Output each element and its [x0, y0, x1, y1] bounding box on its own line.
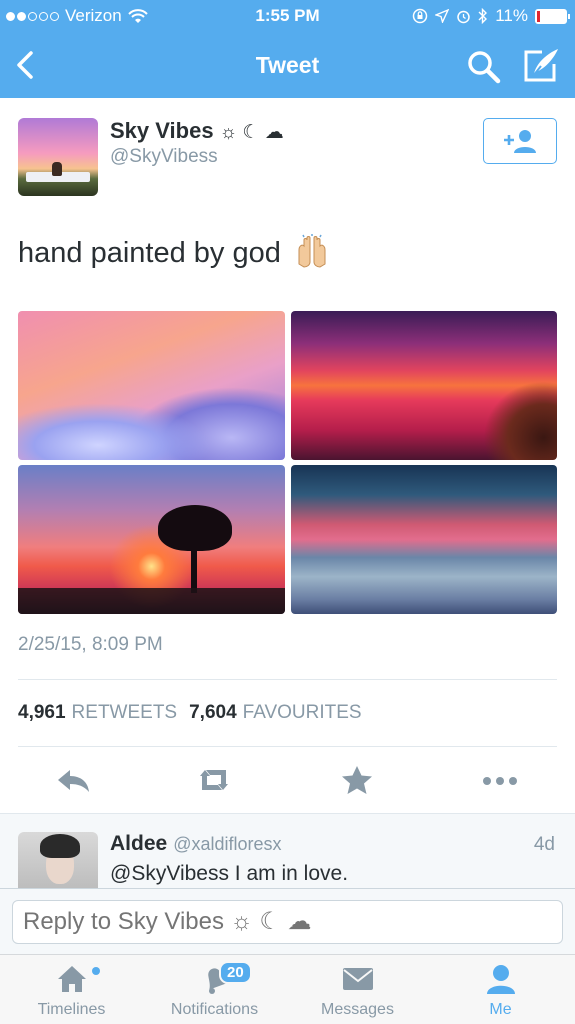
tweet-timestamp: 2/25/15, 8:09 PM [18, 634, 163, 655]
tab-messages[interactable]: Messages [286, 955, 429, 1024]
rotation-lock-icon [412, 8, 428, 24]
raised-hands-emoji-icon [298, 234, 326, 268]
reply-author-name: Aldee [110, 832, 168, 855]
tweet-stats: 4,961 RETWEETS 7,604 FAVOURITES [18, 702, 374, 724]
tab-label: Timelines [37, 1001, 106, 1018]
retweet-icon[interactable] [194, 764, 234, 796]
reply-avatar[interactable] [18, 832, 98, 888]
author-name[interactable]: Sky Vibes ☼ ☾ ☁ [110, 118, 284, 144]
notifications-badge: 20 [219, 961, 252, 984]
reply-text: @SkyVibess I am in love. [110, 862, 349, 885]
tweet-actions [0, 760, 575, 800]
retweets-stat[interactable]: 4,961 RETWEETS [18, 702, 177, 724]
add-user-icon [504, 130, 536, 153]
battery-icon [535, 8, 570, 24]
author-avatar[interactable] [18, 118, 98, 196]
tab-me[interactable]: Me [429, 955, 572, 1024]
favourites-stat[interactable]: 7,604 FAVOURITES [189, 702, 362, 724]
tweet-text: hand painted by god [18, 234, 329, 270]
reply-author-handle: @xaldifloresx [173, 834, 282, 854]
status-bar: Verizon 1:55 PM 11% [0, 0, 575, 32]
top-bar: Verizon 1:55 PM 11% Tweet [0, 0, 575, 98]
alarm-icon [457, 10, 470, 23]
envelope-icon [342, 968, 373, 990]
new-content-dot [92, 967, 100, 975]
follow-button[interactable] [483, 118, 557, 164]
person-icon [486, 965, 515, 994]
favourites-label: FAVOURITES [242, 702, 362, 723]
divider [18, 746, 557, 747]
tab-label: Notifications [170, 1001, 259, 1018]
status-right: 11% [412, 6, 570, 26]
red-sunset-lake-photo[interactable] [291, 311, 557, 460]
search-icon[interactable] [466, 49, 502, 85]
reply-age: 4d [533, 834, 555, 855]
favourite-star-icon[interactable] [337, 764, 377, 796]
retweets-label: RETWEETS [71, 702, 178, 723]
tab-timelines[interactable]: Timelines [0, 955, 143, 1024]
more-options-icon[interactable] [480, 764, 520, 796]
battery-percent: 11% [495, 6, 528, 25]
tab-bar: Timelines 20 Notifications Messages Me [0, 954, 575, 1024]
author-handle[interactable]: @SkyVibess [110, 146, 218, 168]
reply-input[interactable] [12, 900, 563, 944]
reply-author[interactable]: Aldee @xaldifloresx [110, 832, 282, 856]
tab-label: Messages [321, 1001, 394, 1018]
author-name-text: Sky Vibes [110, 118, 214, 143]
beach-dusk-photo[interactable] [291, 465, 557, 614]
author-name-symbols: ☼ ☾ ☁ [219, 122, 284, 143]
pink-clouds-photo[interactable] [18, 311, 285, 460]
tab-label: Me [489, 1001, 512, 1018]
tree-sunset-photo[interactable] [18, 465, 285, 614]
location-icon [435, 9, 450, 23]
navigation-bar: Tweet [0, 32, 575, 98]
tab-notifications[interactable]: 20 Notifications [143, 955, 286, 1024]
compose-icon[interactable] [522, 46, 560, 84]
reply-icon[interactable] [54, 764, 94, 796]
bluetooth-icon [478, 8, 488, 24]
retweets-count: 4,961 [18, 702, 66, 723]
home-icon [57, 966, 86, 992]
favourites-count: 7,604 [189, 702, 237, 723]
tweet-text-content: hand painted by god [18, 237, 281, 269]
divider [18, 679, 557, 680]
